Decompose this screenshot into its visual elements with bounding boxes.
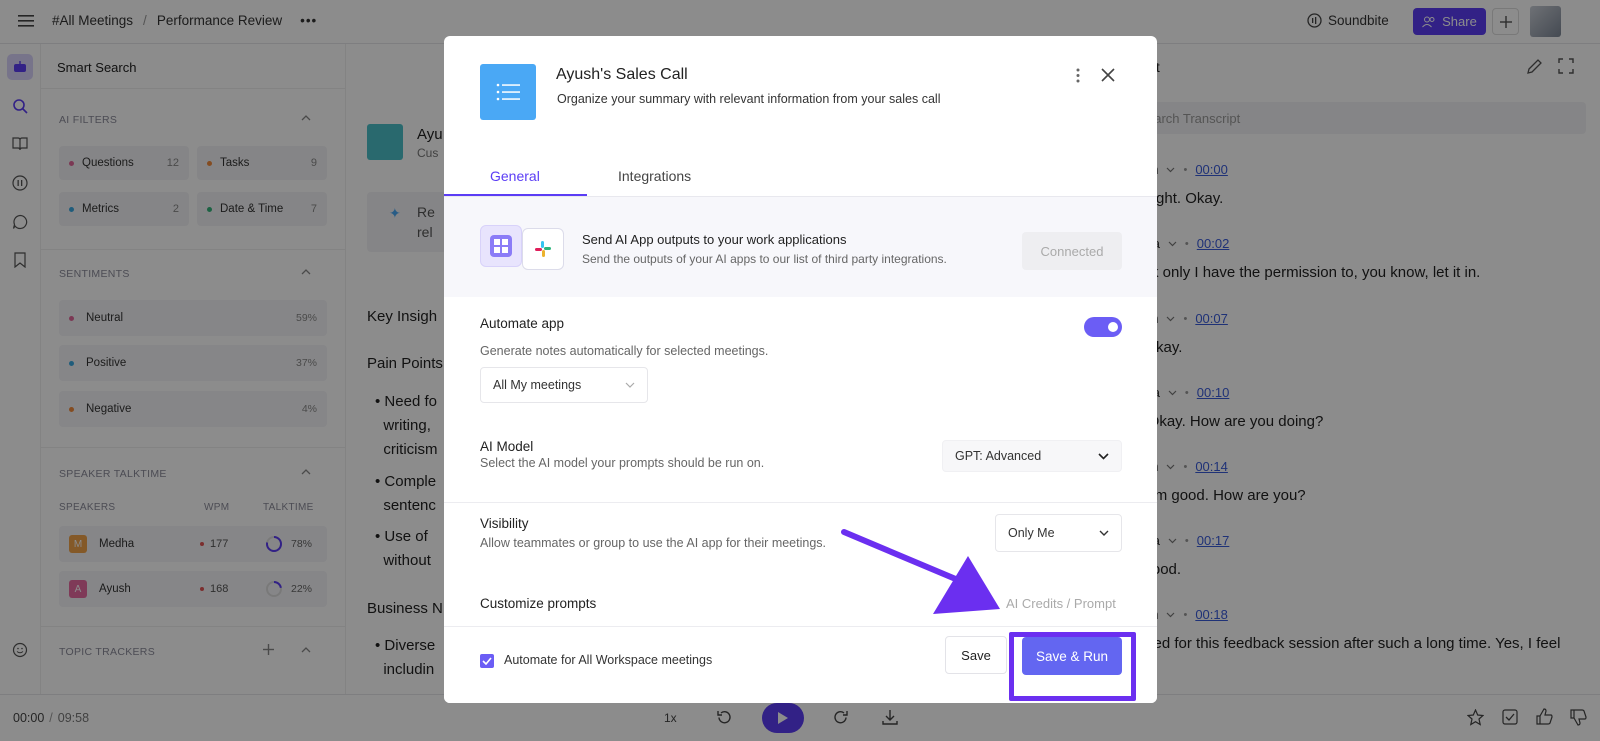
workspace-checkbox[interactable] [480,654,494,668]
automate-description: Generate notes automatically for selecte… [480,344,769,358]
annotation-highlight-box [1009,632,1136,701]
chevron-down-icon [1099,530,1109,536]
annotation-arrow [840,524,1015,624]
divider [444,502,1157,503]
connected-button[interactable]: Connected [1022,232,1122,270]
list-icon [480,64,536,120]
select-value: All My meetings [493,378,582,392]
modal-title: Ayush's Sales Call [556,66,688,83]
visibility-description: Allow teammates or group to use the AI a… [480,536,827,550]
workspace-checkbox-label[interactable]: Automate for All Workspace meetings [504,653,712,667]
kebab-menu-icon[interactable] [1076,68,1080,83]
tab-general[interactable]: General [490,168,540,184]
customize-prompts-label: Customize prompts [480,596,597,611]
ai-model-label: AI Model [480,439,534,454]
select-value: GPT: Advanced [955,449,1042,463]
integrations-subtitle: Send the outputs of your AI apps to our … [582,252,947,266]
ai-app-modal: Ayush's Sales Call Organize your summary… [444,36,1157,703]
save-button[interactable]: Save [945,636,1007,674]
tab-integrations[interactable]: Integrations [618,168,691,184]
meetings-select[interactable]: All My meetings [480,367,648,403]
close-icon[interactable] [1101,68,1115,82]
apps-grid-icon [480,225,522,267]
ai-model-description: Select the AI model your prompts should … [480,456,765,470]
chevron-down-icon [625,382,635,388]
automate-label: Automate app [480,316,565,331]
modal-subtitle: Organize your summary with relevant info… [557,92,941,106]
integrations-title: Send AI App outputs to your work applica… [582,232,847,247]
ai-credits-label: AI Credits / Prompt [1006,596,1116,611]
ai-model-select[interactable]: GPT: Advanced [942,440,1122,472]
visibility-label: Visibility [480,516,529,531]
chevron-down-icon [1098,452,1109,460]
automate-toggle[interactable] [1084,317,1122,337]
slack-icon [522,228,564,270]
